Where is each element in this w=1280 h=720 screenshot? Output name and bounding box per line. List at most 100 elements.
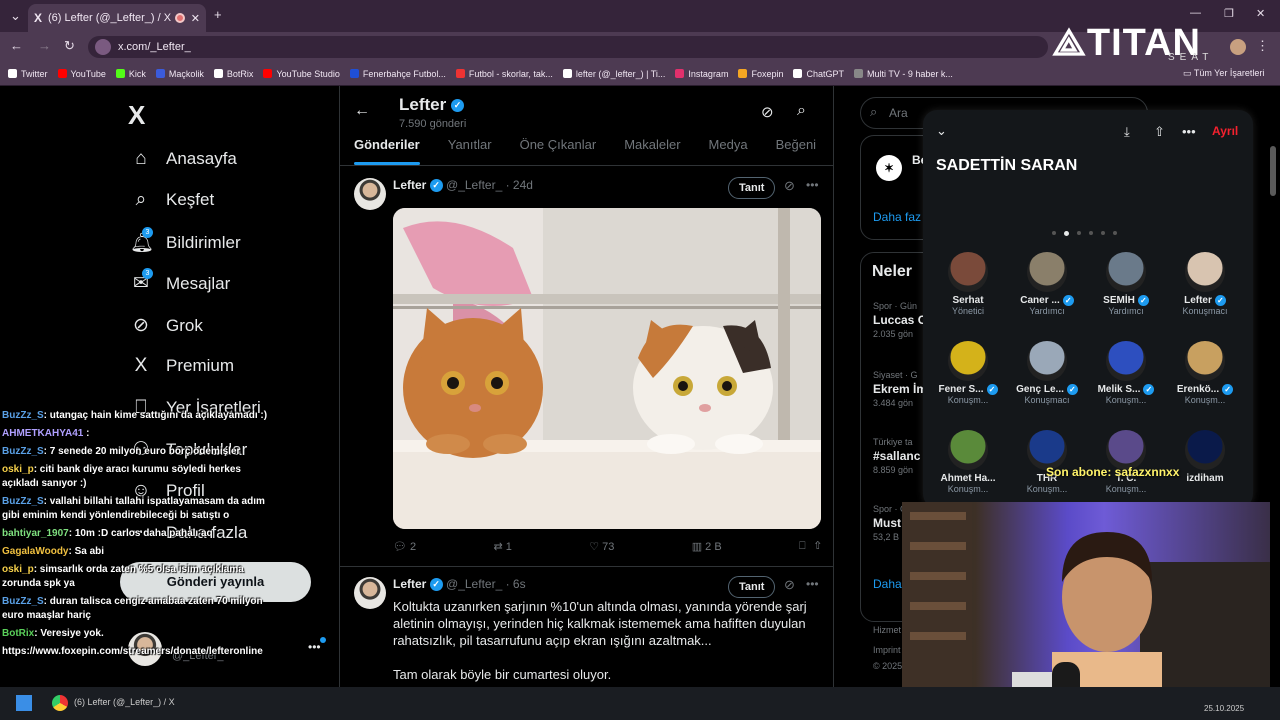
back-arrow-icon[interactable]: ← (354, 102, 370, 120)
bookmark-item[interactable]: Maçkolik (155, 69, 204, 79)
space-more-icon[interactable]: ••• (1182, 124, 1196, 139)
windows-start-icon[interactable] (16, 695, 32, 711)
reply-button[interactable]: 💬︎ 2 (393, 540, 416, 553)
maximize-icon[interactable]: ❐ (1224, 7, 1234, 20)
speaker-name-text: izdiham (1186, 473, 1224, 484)
footer-link[interactable]: Hizmet (873, 625, 901, 635)
post-handle[interactable]: @_Lefter_ (446, 178, 502, 192)
post-avatar[interactable] (354, 577, 386, 609)
post-avatar[interactable] (354, 178, 386, 210)
post-author[interactable]: Lefter (393, 178, 426, 192)
bookmark-item[interactable]: YouTube (57, 69, 106, 79)
speaker[interactable]: Serhat Yönetici (928, 252, 1008, 316)
speaker[interactable]: SEMİH ✓ Yardımcı (1086, 252, 1166, 316)
browser-tab-active[interactable]: X (6) Lefter (@_Lefter_) / X ✕ (28, 4, 206, 32)
post-handle[interactable]: @_Lefter_ (446, 577, 502, 591)
address-bar[interactable]: x.com/_Lefter_ (88, 36, 1048, 58)
bookmark-item[interactable]: Instagram (675, 69, 728, 79)
tab-3[interactable]: Öne Çıkanlar (506, 128, 611, 165)
chrome-taskbar-icon[interactable] (52, 695, 68, 711)
share-icon[interactable]: ⇧ (1154, 124, 1165, 140)
speaker-name-text: Erenkö... (1176, 384, 1220, 396)
bookmark-item[interactable]: ChatGPT (793, 69, 844, 79)
new-tab-icon[interactable]: + (214, 7, 222, 22)
speaker[interactable]: Erenkö... ✓ Konuşm... (1165, 341, 1245, 405)
repost-button[interactable]: ⇄ 1 (493, 540, 511, 553)
speaker[interactable]: Caner ... ✓ Yardımcı (1007, 252, 1087, 316)
post-more-icon[interactable]: ••• (806, 577, 819, 591)
trend-item[interactable]: Siyaset · G Ekrem İm 3.484 gön (873, 370, 927, 410)
post-photo-cats[interactable] (393, 208, 821, 529)
site-info-icon[interactable] (95, 39, 111, 55)
promote-button[interactable]: Tanıt (728, 576, 776, 598)
browser-menu-icon[interactable]: ⋮ (1256, 38, 1269, 54)
profile-avatar-icon[interactable] (1230, 39, 1246, 55)
bookmark-item[interactable]: Multi TV - 9 haber k... (854, 69, 953, 79)
tab-4[interactable]: Makaleler (610, 128, 694, 165)
window-close-icon[interactable]: ✕ (1256, 7, 1265, 20)
verified-icon: ✓ (429, 578, 443, 592)
tab-list-icon[interactable]: ⌄ (10, 8, 21, 24)
speaker[interactable]: Fener S... ✓ Konuşm... (928, 341, 1008, 405)
like-button[interactable]: ♡ 73 (589, 540, 614, 553)
speaker[interactable]: Lefter ✓ Konuşmacı (1165, 252, 1245, 316)
bookmark-label: YouTube Studio (276, 68, 340, 79)
post-author[interactable]: Lefter (393, 577, 426, 591)
account-more-icon[interactable]: ••• (308, 640, 321, 654)
footer-link[interactable]: Imprint (873, 645, 901, 655)
page-scrollbar[interactable] (1270, 146, 1276, 196)
show-more-link[interactable]: Daha (873, 577, 902, 591)
nav-item-bildirimler[interactable]: 🔔︎ 3 Bildirimler (130, 227, 241, 255)
bookmark-item[interactable]: Foxepin (738, 69, 783, 79)
bookmark-item[interactable]: Kick (115, 69, 146, 79)
back-icon[interactable]: ← (10, 38, 23, 53)
grok-explain-icon[interactable]: ⊘ (784, 577, 795, 593)
collapse-icon[interactable]: ⌄ (936, 123, 947, 139)
all-bookmarks-folder[interactable]: ▭ Tüm Yer İşaretleri (1183, 68, 1265, 79)
leave-space-button[interactable]: Ayrıl (1212, 124, 1238, 138)
nav-item-premium[interactable]: X Premium (130, 355, 234, 377)
nav-item-grok[interactable]: ⊘ Grok (130, 314, 203, 337)
bookmark-item[interactable]: YouTube Studio (263, 68, 340, 79)
show-more-link[interactable]: Daha faz (873, 210, 921, 224)
forward-icon[interactable]: → (38, 38, 51, 53)
minimize-icon[interactable]: — (1190, 7, 1201, 19)
bookmark-item[interactable]: Futbol - skorlar, tak... (455, 69, 553, 79)
taskbar-window-title[interactable]: (6) Lefter (@_Lefter_) / X (74, 697, 175, 707)
tab-2[interactable]: Yanıtlar (434, 128, 506, 165)
bookmark-item[interactable]: BotRix (213, 69, 253, 79)
reload-icon[interactable]: ↻ (64, 38, 75, 54)
promote-button[interactable]: Tanıt (728, 177, 776, 199)
nav-item-keşfet[interactable]: ⌕ Keşfet (130, 189, 215, 211)
bookmark-item[interactable]: Twitter (8, 69, 48, 79)
speaker[interactable]: THR Konuşm... (1007, 430, 1087, 494)
x-logo-icon[interactable]: X (128, 100, 145, 131)
trend-item[interactable]: Spor · Gün Luccas C 2.035 gön (873, 301, 926, 341)
streamer-illustration (902, 502, 1270, 708)
post-more-icon[interactable]: ••• (806, 178, 819, 192)
speaker[interactable]: T. C. Konuşm... (1086, 430, 1166, 494)
tab-1[interactable]: Gönderiler (340, 128, 434, 165)
speaker[interactable]: Melik S... ✓ Konuşm... (1086, 341, 1166, 405)
besiktas-logo[interactable]: ✶ (876, 155, 902, 181)
profile-name: Lefter ✓ (399, 95, 464, 115)
tab-5[interactable]: Medya (695, 128, 762, 165)
post-time[interactable]: · 24d (506, 178, 533, 192)
speaker[interactable]: Ahmet Ha... Konuşm... (928, 430, 1008, 494)
views-button[interactable]: ▥ 2 B (692, 540, 722, 553)
trend-item[interactable]: Türkiye ta #sallanc 8.859 gön (873, 437, 920, 477)
grok-icon[interactable]: ⊘ (761, 103, 774, 121)
minimize-space-icon[interactable]: ⤓ (1124, 124, 1130, 140)
grok-explain-icon[interactable]: ⊘ (784, 178, 795, 194)
bookmark-icon[interactable]: ⎕ ⇧ (799, 540, 821, 553)
nav-item-mesajlar[interactable]: ✉ 3 Mesajlar (130, 268, 230, 295)
logo-subtext: SEAT (1168, 52, 1214, 63)
post-time[interactable]: · 6s (506, 577, 526, 591)
tab-6[interactable]: Beğeni (762, 128, 830, 165)
nav-item-anasayfa[interactable]: ⌂ Anasayfa (130, 148, 237, 170)
bookmark-item[interactable]: Fenerbahçe Futbol... (349, 69, 446, 79)
tab-close-icon[interactable]: ✕ (191, 12, 200, 25)
search-icon[interactable]: ⌕ (797, 102, 806, 120)
speaker[interactable]: Genç Le... ✓ Konuşmacı (1007, 341, 1087, 405)
bookmark-item[interactable]: lefter (@_lefter_) | Ti... (562, 69, 665, 79)
